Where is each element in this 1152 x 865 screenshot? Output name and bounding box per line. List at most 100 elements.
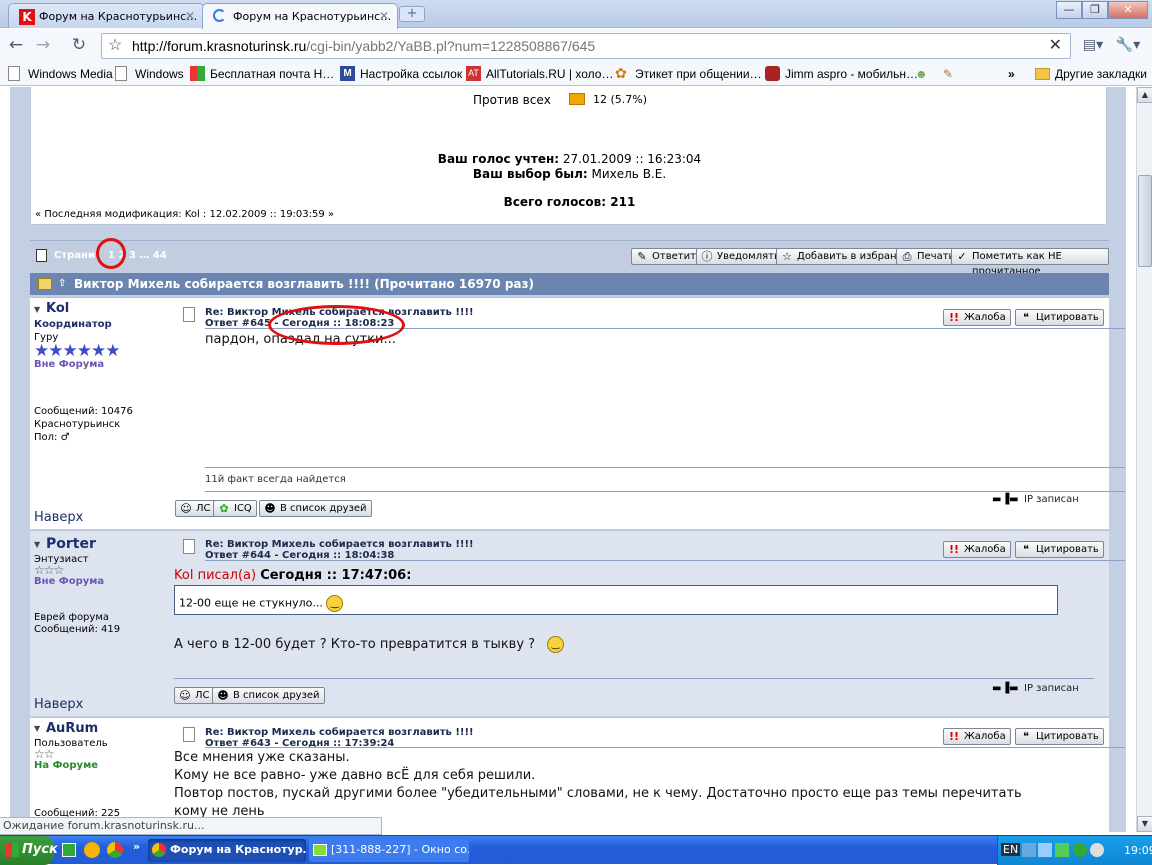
- restore-button[interactable]: ❐: [1082, 1, 1108, 19]
- pm-button[interactable]: ☺ ЛС: [174, 687, 215, 704]
- chrome-icon: [152, 843, 166, 857]
- exclamation-icon: !!: [948, 311, 960, 324]
- post-643: ▼ AuRum Пользователь ☆☆ На Форуме Сообще…: [30, 717, 1125, 832]
- bookmark-alltutorials[interactable]: AT AllTutorials.RU | холо…: [466, 66, 613, 82]
- user-extra-title: Еврей форума: [34, 612, 109, 623]
- online-status: На Форуме: [34, 760, 99, 771]
- user-role: Координатор: [34, 319, 112, 330]
- complaint-button[interactable]: !! Жалоба: [943, 541, 1011, 558]
- stop-loading-icon[interactable]: ✕: [1049, 34, 1062, 58]
- bookmark-jimm[interactable]: Jimm aspro - мобильн…: [765, 66, 918, 82]
- page-icon: [8, 66, 20, 81]
- collapse-triangle-icon[interactable]: ▼: [34, 724, 40, 733]
- tray-app-icon[interactable]: [1055, 843, 1069, 857]
- add-friend-button[interactable]: ☻ В список друзей: [259, 500, 372, 517]
- star-bookmark-icon[interactable]: ☆: [108, 34, 122, 58]
- add-friend-button[interactable]: ☻ В список друзей: [212, 687, 325, 704]
- start-button[interactable]: Пуск: [0, 836, 58, 865]
- post-body: Все мнения уже сказаны. Кому не все равн…: [174, 750, 1022, 819]
- task-chrome-forum[interactable]: Форум на Краснотур…: [148, 839, 306, 862]
- close-tab-icon[interactable]: ✕: [379, 9, 389, 23]
- collapse-triangle-icon[interactable]: ▼: [34, 540, 40, 549]
- close-tab-icon[interactable]: ✕: [185, 9, 195, 23]
- browser-toolbar: ← → ↻ ☆ http://forum.krasnoturinsk.ru/cg…: [0, 29, 1152, 62]
- signature-divider: [205, 467, 1125, 468]
- vote-choice-line: Ваш выбор был: Михель В.Е.: [472, 167, 667, 181]
- windows-taskbar: Пуск » Форум на Краснотур… [311-888-227]…: [0, 835, 1152, 865]
- topic-title-bar: ⇧ Виктор Михель собирается возглавить !!…: [30, 273, 1109, 295]
- poll-results: Против всех 12 (5.7%) Ваш голос учтен: 2…: [30, 87, 1107, 225]
- status-bubble: Ожидание forum.krasnoturinsk.ru...: [0, 817, 382, 835]
- username[interactable]: Kol: [46, 301, 69, 316]
- quote-icon: ❝: [1023, 730, 1029, 743]
- online-status: Вне Форума: [34, 359, 105, 370]
- bookmark-mail[interactable]: Бесплатная почта Н…: [190, 66, 334, 82]
- quicklaunch-chrome-icon[interactable]: [107, 842, 123, 858]
- chat-window-icon: [313, 844, 327, 856]
- minimize-button[interactable]: —: [1056, 1, 1082, 19]
- signature: 11й факт всегда найдется: [205, 474, 346, 485]
- back-button[interactable]: ←: [5, 35, 27, 57]
- mark-unread-button[interactable]: ✓ Пометить как НЕ прочитанное: [951, 248, 1109, 277]
- bookmark-link-settings[interactable]: M Настройка ссылок: [340, 66, 462, 82]
- quicklaunch-overflow-icon[interactable]: »: [133, 840, 140, 853]
- reload-button[interactable]: ↻: [68, 35, 90, 57]
- tray-utorrent-icon[interactable]: [1073, 843, 1087, 857]
- friends-icon: ☻: [217, 689, 229, 702]
- pages-icon: [36, 249, 47, 262]
- annotation-circle-page: [96, 238, 126, 269]
- bookmark-etiquette[interactable]: ✿ Этикет при общении…: [615, 66, 762, 82]
- page-menu-icon[interactable]: ▤▾: [1078, 35, 1108, 57]
- tray-volume-icon[interactable]: [1090, 843, 1104, 857]
- quicklaunch-utorrent-icon[interactable]: [62, 843, 76, 857]
- close-window-button[interactable]: ✕: [1108, 1, 1148, 19]
- up-arrow-icon[interactable]: ⇧: [58, 273, 66, 295]
- quote-button[interactable]: ❝ Цитировать: [1015, 541, 1104, 558]
- quote-button[interactable]: ❝ Цитировать: [1015, 728, 1104, 745]
- username[interactable]: AuRum: [46, 721, 98, 736]
- task-icq-window[interactable]: [311-888-227] - Окно со…: [309, 839, 469, 862]
- last-modification: « Последняя модификация: Kol : 12.02.200…: [35, 209, 335, 220]
- back-to-top-link[interactable]: Наверх: [34, 697, 83, 712]
- bookmark-windows-media[interactable]: Windows Media: [8, 66, 113, 82]
- page-scrollbar[interactable]: ▲ ▼: [1136, 87, 1152, 832]
- notify-button[interactable]: ⓘ Уведомлять: [696, 248, 785, 265]
- bookmark-misc-1[interactable]: ☻: [915, 66, 928, 82]
- address-bar[interactable]: ☆ http://forum.krasnoturinsk.ru/cgi-bin/…: [101, 33, 1071, 59]
- collapse-triangle-icon[interactable]: ▼: [34, 305, 40, 314]
- tab-forum-2[interactable]: Форум на Краснотурьинс… ✕: [202, 3, 398, 29]
- total-votes-line: Всего голосов: 211: [503, 195, 636, 209]
- wrench-menu-icon[interactable]: 🔧▾: [1113, 35, 1143, 57]
- user-pm-icon: ☺: [179, 689, 191, 702]
- tray-network2-icon[interactable]: [1038, 843, 1052, 857]
- language-indicator[interactable]: EN: [1001, 843, 1021, 856]
- quote-button[interactable]: ❝ Цитировать: [1015, 309, 1104, 326]
- post-title: Re: Виктор Михель собирается возглавить …: [183, 727, 474, 749]
- post-645: ▼ Kol Координатор Гуру ★★★★★★ Вне Форума…: [30, 297, 1125, 529]
- quicklaunch-aimp-icon[interactable]: [84, 842, 100, 858]
- pm-button[interactable]: ☺ ЛС: [175, 500, 216, 517]
- bookmark-windows[interactable]: Windows: [115, 66, 184, 82]
- print-button[interactable]: ⎙ Печать: [896, 248, 960, 265]
- post-body: А чего в 12-00 будет ? Кто-то превратитс…: [174, 636, 565, 654]
- back-to-top-link[interactable]: Наверх: [34, 510, 83, 525]
- scroll-down-button[interactable]: ▼: [1137, 816, 1152, 832]
- smiley-icon: ‿: [326, 595, 344, 612]
- bookmarks-overflow-button[interactable]: »: [1008, 66, 1015, 82]
- new-tab-button[interactable]: +: [399, 6, 425, 22]
- annotation-circle-time: [268, 305, 405, 345]
- username[interactable]: Porter: [46, 536, 96, 552]
- tray-network-icon[interactable]: [1022, 843, 1036, 857]
- other-bookmarks-folder[interactable]: Другие закладки: [1035, 66, 1147, 82]
- scroll-up-button[interactable]: ▲: [1137, 87, 1152, 103]
- bookmark-misc-2[interactable]: ✎: [943, 66, 953, 82]
- scroll-thumb[interactable]: [1138, 175, 1152, 267]
- forward-button[interactable]: →: [32, 35, 54, 57]
- folder-icon: [1035, 68, 1050, 80]
- complaint-button[interactable]: !! Жалоба: [943, 728, 1011, 745]
- post-divider: [205, 560, 1125, 561]
- icq-button[interactable]: ✿ ICQ: [213, 500, 257, 517]
- complaint-button[interactable]: !! Жалоба: [943, 309, 1011, 326]
- tab-forum-1[interactable]: K Форум на Краснотурьинс… ✕: [8, 3, 204, 28]
- browser-tabstrip: K Форум на Краснотурьинс… ✕ Форум на Кра…: [0, 0, 1152, 29]
